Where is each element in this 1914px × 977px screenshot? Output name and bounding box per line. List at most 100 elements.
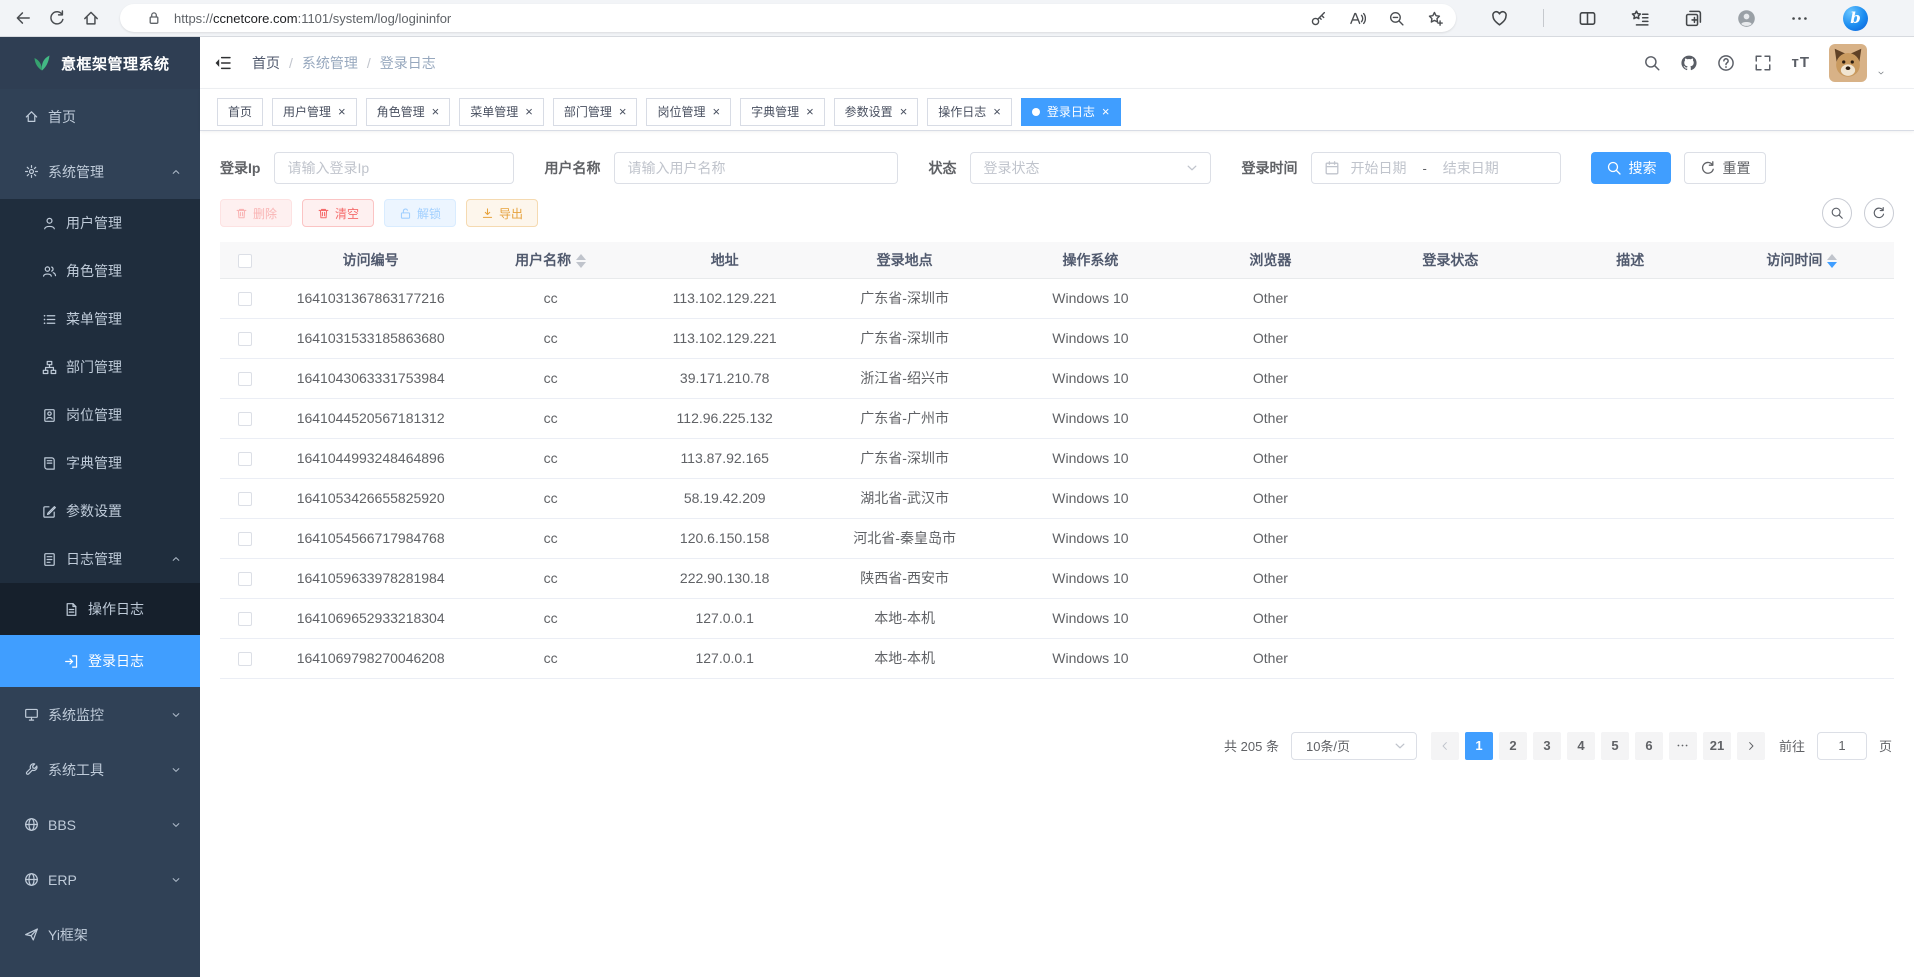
tab-首页[interactable]: 首页 xyxy=(217,98,263,126)
sidebar-item-erp[interactable]: ERP xyxy=(0,852,200,907)
sidebar-item-bbs[interactable]: BBS xyxy=(0,797,200,852)
tab-操作日志[interactable]: 操作日志× xyxy=(927,98,1012,126)
search-icon[interactable] xyxy=(1643,54,1661,72)
page-button-5[interactable]: 5 xyxy=(1601,732,1629,760)
caret-down-icon[interactable] xyxy=(1876,68,1886,78)
table-row[interactable]: 1641053426655825920cc58.19.42.209湖北省-武汉市… xyxy=(220,478,1894,518)
清空-button[interactable]: 清空 xyxy=(302,199,374,227)
page-button-6[interactable]: 6 xyxy=(1635,732,1663,760)
sort-carets[interactable] xyxy=(1827,254,1837,268)
close-icon[interactable]: × xyxy=(1102,105,1110,118)
sidebar-item-operlog[interactable]: 操作日志 xyxy=(0,583,200,635)
tab-字典管理[interactable]: 字典管理× xyxy=(740,98,825,126)
page-button-4[interactable]: 4 xyxy=(1567,732,1595,760)
close-icon[interactable]: × xyxy=(619,105,627,118)
essentials-icon[interactable] xyxy=(1490,9,1509,28)
address-bar[interactable]: https://ccnetcore.com:1101/system/log/lo… xyxy=(120,4,1456,32)
sidebar-item-yi[interactable]: Yi框架 xyxy=(0,907,200,962)
table-row[interactable]: 1641044520567181312cc112.96.225.132广东省-广… xyxy=(220,398,1894,438)
sidebar-fold-icon[interactable] xyxy=(214,54,232,72)
tab-用户管理[interactable]: 用户管理× xyxy=(272,98,357,126)
login-ip-input[interactable] xyxy=(274,152,514,184)
sort-carets[interactable] xyxy=(576,254,586,268)
row-checkbox[interactable] xyxy=(238,332,252,346)
sidebar-item-user[interactable]: 用户管理 xyxy=(0,199,200,247)
tab-登录日志[interactable]: 登录日志× xyxy=(1021,98,1121,126)
refresh-circle-button[interactable] xyxy=(1864,198,1894,228)
page-size-select[interactable]: 10条/页 xyxy=(1291,732,1417,760)
favorites-hub-icon[interactable] xyxy=(1631,9,1650,28)
row-checkbox[interactable] xyxy=(238,292,252,306)
search-circle-button[interactable] xyxy=(1822,198,1852,228)
user-avatar[interactable] xyxy=(1829,44,1867,82)
table-row[interactable]: 1641069798270046208cc127.0.0.1本地-本机Windo… xyxy=(220,638,1894,678)
close-icon[interactable]: × xyxy=(900,105,908,118)
next-page-button[interactable] xyxy=(1737,732,1765,760)
table-row[interactable]: 1641069652933218304cc127.0.0.1本地-本机Windo… xyxy=(220,598,1894,638)
row-checkbox[interactable] xyxy=(238,492,252,506)
row-checkbox[interactable] xyxy=(238,532,252,546)
profile-avatar[interactable] xyxy=(1737,9,1756,28)
home-button[interactable] xyxy=(74,3,108,33)
close-icon[interactable]: × xyxy=(432,105,440,118)
table-row[interactable]: 1641059633978281984cc222.90.130.18陕西省-西安… xyxy=(220,558,1894,598)
table-row[interactable]: 1641054566717984768cc120.6.150.158河北省-秦皇… xyxy=(220,518,1894,558)
status-select[interactable]: 登录状态 xyxy=(970,152,1211,184)
sidebar-item-monitor[interactable]: 系统监控 xyxy=(0,687,200,742)
sidebar-item-logmgr[interactable]: 日志管理 xyxy=(0,535,200,583)
column-header-time[interactable]: 访问时间 xyxy=(1710,242,1894,278)
row-checkbox[interactable] xyxy=(238,372,252,386)
github-icon[interactable] xyxy=(1680,54,1698,72)
导出-button[interactable]: 导出 xyxy=(466,199,538,227)
split-screen-icon[interactable] xyxy=(1578,9,1597,28)
table-row[interactable]: 1641043063331753984cc39.171.210.78浙江省-绍兴… xyxy=(220,358,1894,398)
sidebar-item-system[interactable]: 系统管理 xyxy=(0,144,200,199)
favorite-star-icon[interactable] xyxy=(1427,10,1444,27)
read-aloud-icon[interactable] xyxy=(1349,10,1366,27)
prev-page-button[interactable] xyxy=(1431,732,1459,760)
sidebar-item-config[interactable]: 参数设置 xyxy=(0,487,200,535)
sidebar-item-loginlog[interactable]: 登录日志 xyxy=(0,635,200,687)
copilot-icon[interactable]: b xyxy=(1843,6,1868,31)
login-time-range-picker[interactable]: 开始日期 - 结束日期 xyxy=(1311,152,1561,184)
more-icon[interactable] xyxy=(1790,9,1809,28)
tab-角色管理[interactable]: 角色管理× xyxy=(366,98,451,126)
page-button-1[interactable]: 1 xyxy=(1465,732,1493,760)
close-icon[interactable]: × xyxy=(525,105,533,118)
tab-参数设置[interactable]: 参数设置× xyxy=(834,98,919,126)
sidebar-item-dept[interactable]: 部门管理 xyxy=(0,343,200,391)
row-checkbox[interactable] xyxy=(238,612,252,626)
close-icon[interactable]: × xyxy=(806,105,814,118)
sidebar-item-post[interactable]: 岗位管理 xyxy=(0,391,200,439)
sidebar-item-tool[interactable]: 系统工具 xyxy=(0,742,200,797)
tab-岗位管理[interactable]: 岗位管理× xyxy=(646,98,731,126)
search-button[interactable]: 搜索 xyxy=(1591,152,1671,184)
tab-菜单管理[interactable]: 菜单管理× xyxy=(459,98,544,126)
goto-page-input[interactable] xyxy=(1817,732,1867,760)
row-checkbox[interactable] xyxy=(238,412,252,426)
sidebar-item-role[interactable]: 角色管理 xyxy=(0,247,200,295)
close-icon[interactable]: × xyxy=(993,105,1001,118)
解锁-button[interactable]: 解锁 xyxy=(384,199,456,227)
table-row[interactable]: 1641044993248464896cc113.87.92.165广东省-深圳… xyxy=(220,438,1894,478)
collections-icon[interactable] xyxy=(1684,9,1703,28)
page-button-21[interactable]: 21 xyxy=(1703,732,1731,760)
close-icon[interactable]: × xyxy=(338,105,346,118)
row-checkbox[interactable] xyxy=(238,572,252,586)
refresh-button[interactable] xyxy=(40,3,74,33)
sidebar-item-home[interactable]: 首页 xyxy=(0,89,200,144)
select-all-checkbox[interactable] xyxy=(238,254,252,268)
user-name-input[interactable] xyxy=(614,152,898,184)
font-size-icon[interactable]: тT xyxy=(1791,54,1810,71)
row-checkbox[interactable] xyxy=(238,652,252,666)
more-pages-button[interactable] xyxy=(1669,732,1697,760)
sidebar-item-dict[interactable]: 字典管理 xyxy=(0,439,200,487)
key-icon[interactable] xyxy=(1310,10,1327,27)
table-row[interactable]: 1641031367863177216cc113.102.129.221广东省-… xyxy=(220,278,1894,318)
row-checkbox[interactable] xyxy=(238,452,252,466)
breadcrumb-item-system[interactable]: 系统管理 xyxy=(302,53,358,73)
sidebar-item-menu[interactable]: 菜单管理 xyxy=(0,295,200,343)
fullscreen-icon[interactable] xyxy=(1754,54,1772,72)
page-button-2[interactable]: 2 xyxy=(1499,732,1527,760)
breadcrumb-item-home[interactable]: 首页 xyxy=(252,53,280,73)
